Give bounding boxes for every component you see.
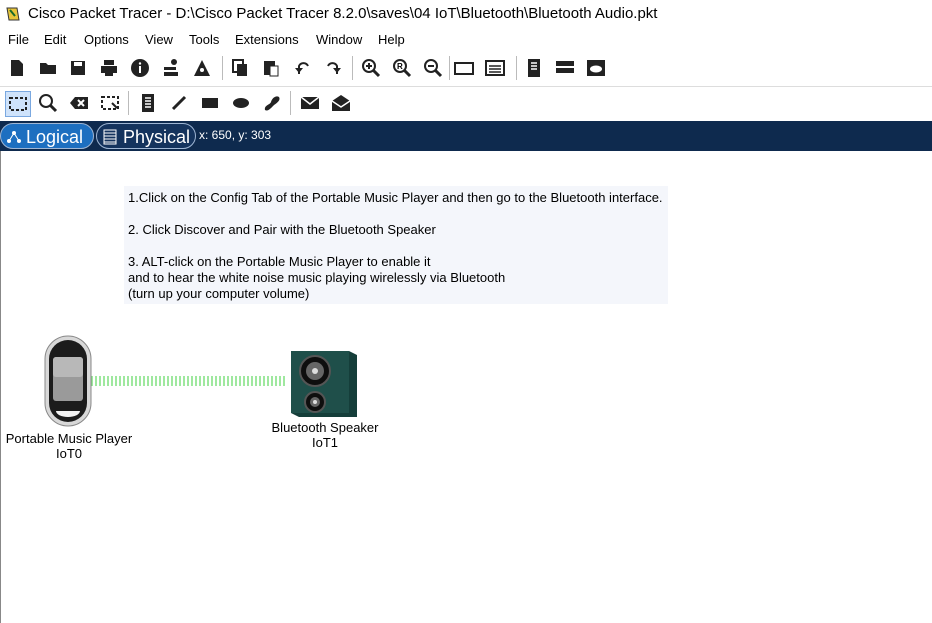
paste-icon[interactable] — [260, 57, 282, 79]
bluetooth-speaker-id: IoT1 — [311, 435, 338, 450]
line-icon[interactable] — [168, 92, 190, 114]
custom-device-dialog-icon[interactable] — [484, 57, 506, 79]
main-toolbar: R — [0, 50, 932, 87]
toolbar-separator — [290, 91, 291, 115]
complex-pdu-icon[interactable] — [330, 92, 352, 114]
copy-icon[interactable] — [229, 57, 251, 79]
edit-toolbar — [0, 86, 932, 120]
toolbar-separator — [222, 56, 223, 80]
bluetooth-speaker-label: Bluetooth Speaker IoT1 — [260, 420, 390, 450]
note-line-2: 2. Click Discover and Pair with the Blue… — [128, 222, 436, 237]
menu-help[interactable]: Help — [378, 32, 405, 47]
logical-network-icon — [7, 131, 21, 143]
cursor-coordinates: x: 650, y: 303 — [199, 128, 272, 142]
menu-edit[interactable]: Edit — [44, 32, 66, 47]
svg-text:R: R — [397, 62, 403, 71]
packet-tracer-app-icon — [6, 7, 20, 21]
portable-music-player-device[interactable] — [44, 335, 92, 427]
physical-mode-tab[interactable]: Physical — [96, 123, 196, 149]
menu-view[interactable]: View — [145, 32, 173, 47]
resize-icon[interactable] — [99, 92, 121, 114]
drawing-palette-icon[interactable] — [453, 57, 475, 79]
inspect-icon[interactable] — [37, 92, 59, 114]
ellipse-icon[interactable] — [230, 92, 252, 114]
toolbar-separator — [449, 56, 450, 80]
print-icon[interactable] — [98, 57, 120, 79]
cluster-icon[interactable] — [554, 57, 576, 79]
freeform-icon[interactable] — [261, 92, 283, 114]
title-bar: Cisco Packet Tracer - D:\Cisco Packet Tr… — [0, 0, 932, 30]
note-line-5: (turn up your computer volume) — [128, 286, 310, 301]
logical-mode-tab[interactable]: Logical — [0, 123, 94, 149]
portable-music-player-id: IoT0 — [55, 446, 82, 461]
portable-music-player-name: Portable Music Player — [5, 431, 133, 446]
viewport-icon[interactable] — [523, 57, 545, 79]
save-icon[interactable] — [67, 57, 89, 79]
physical-rack-icon — [103, 129, 117, 145]
logical-mode-label: Logical — [26, 127, 84, 147]
speaker-icon — [291, 351, 357, 417]
portable-music-player-label: Portable Music Player IoT0 — [4, 431, 134, 461]
bluetooth-speaker-device[interactable] — [289, 349, 359, 419]
menu-tools[interactable]: Tools — [189, 32, 219, 47]
new-file-icon[interactable] — [6, 57, 28, 79]
toolbar-separator — [516, 56, 517, 80]
activity-wizard-icon[interactable] — [191, 57, 213, 79]
bluetooth-speaker-name: Bluetooth Speaker — [271, 420, 379, 435]
rectangle-icon[interactable] — [199, 92, 221, 114]
music-player-icon — [44, 335, 92, 427]
cloud-icon[interactable] — [585, 57, 607, 79]
menu-file[interactable]: File — [8, 32, 29, 47]
network-wizard-icon[interactable] — [160, 57, 182, 79]
instruction-note[interactable]: 1.Click on the Config Tab of the Portabl… — [124, 186, 668, 304]
zoom-out-icon[interactable] — [422, 57, 444, 79]
note-line-1: 1.Click on the Config Tab of the Portabl… — [128, 190, 663, 205]
toolbar-separator — [128, 91, 129, 115]
zoom-reset-icon[interactable]: R — [391, 57, 413, 79]
menu-extensions[interactable]: Extensions — [235, 32, 299, 47]
window-title: Cisco Packet Tracer - D:\Cisco Packet Tr… — [28, 5, 658, 22]
zoom-in-icon[interactable] — [360, 57, 382, 79]
menu-bar: File Edit Options View Tools Extensions … — [0, 30, 932, 50]
note-icon[interactable] — [137, 92, 159, 114]
menu-window[interactable]: Window — [316, 32, 362, 47]
physical-mode-label: Physical — [123, 127, 191, 147]
open-folder-icon[interactable] — [37, 57, 59, 79]
delete-icon[interactable] — [68, 92, 90, 114]
info-icon[interactable] — [129, 57, 151, 79]
note-line-4: and to hear the white noise music playin… — [128, 270, 506, 285]
note-line-3: 3. ALT-click on the Portable Music Playe… — [128, 254, 431, 269]
select-icon[interactable] — [5, 91, 31, 117]
undo-icon[interactable] — [292, 57, 314, 79]
simple-pdu-icon[interactable] — [299, 92, 321, 114]
bluetooth-wireless-link — [91, 376, 285, 386]
menu-options[interactable]: Options — [84, 32, 129, 47]
toolbar-separator — [352, 56, 353, 80]
redo-icon[interactable] — [322, 57, 344, 79]
